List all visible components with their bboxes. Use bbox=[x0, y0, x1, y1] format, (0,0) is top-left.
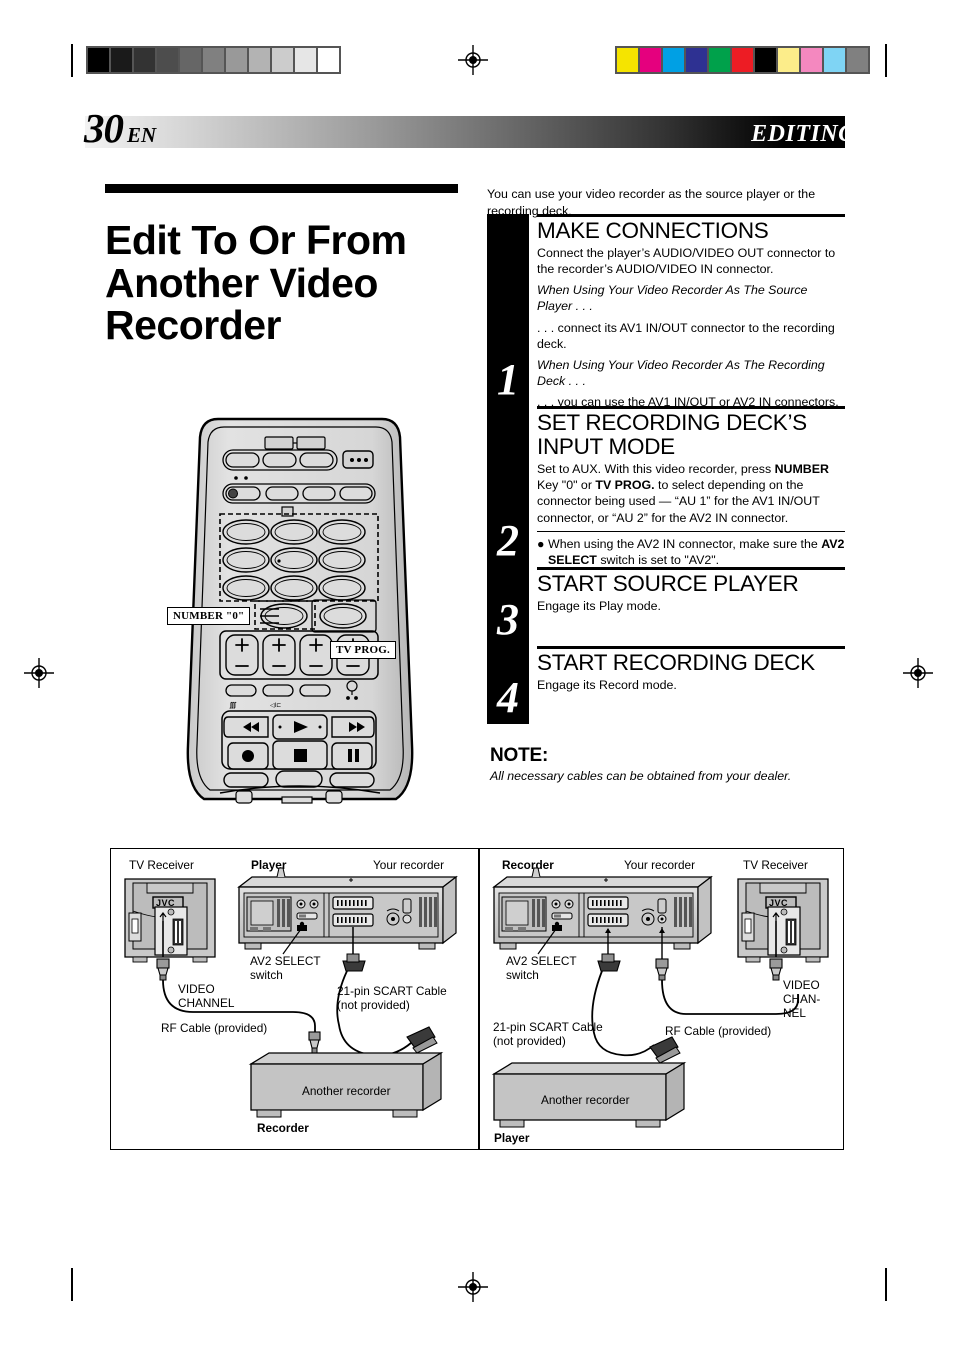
step-1: 1 MAKE CONNECTIONS Connect the player’s … bbox=[487, 214, 845, 409]
color-swatch-10 bbox=[847, 48, 868, 72]
left-video-channel-label: VIDEO CHANNEL bbox=[178, 982, 235, 1010]
gray-swatch-4 bbox=[180, 48, 201, 72]
color-swatch-6 bbox=[755, 48, 776, 72]
step-text: Set to AUX. With this video recorder, pr… bbox=[537, 462, 829, 525]
step-text: When Using Your Video Recorder As The So… bbox=[537, 283, 808, 314]
gray-swatch-6 bbox=[226, 48, 247, 72]
step-rule bbox=[537, 214, 845, 217]
step-heading: START SOURCE PLAYER bbox=[537, 571, 799, 596]
crop-mark-top-left bbox=[71, 44, 73, 77]
note-text: All necessary cables can be obtained fro… bbox=[490, 769, 792, 783]
right-rf-plug-tv bbox=[769, 958, 783, 981]
gray-swatch-1 bbox=[111, 48, 132, 72]
remote-control-illustration: ∫∫∫ ◁I⊏ NUMBER "0" TV PROG. bbox=[160, 415, 440, 805]
left-your-recorder bbox=[237, 867, 458, 950]
left-tv-receiver: JVC bbox=[124, 878, 216, 963]
steps-list: 1 MAKE CONNECTIONS Connect the player’s … bbox=[487, 214, 845, 724]
note-title: NOTE: bbox=[490, 745, 549, 766]
registration-mark-top bbox=[458, 45, 488, 75]
left-scart-cable-label: 21-pin SCART Cable (not provided) bbox=[337, 984, 447, 1012]
left-rf-plug bbox=[156, 958, 170, 981]
right-scart-plug-top bbox=[597, 953, 621, 972]
number-zero-key bbox=[260, 603, 308, 629]
color-swatch-5 bbox=[732, 48, 753, 72]
step-text: . . . connect its AV1 IN/OUT connector t… bbox=[537, 320, 835, 351]
step-3: 3 START SOURCE PLAYER Engage its Play mo… bbox=[487, 567, 845, 646]
crop-mark-top-right bbox=[885, 44, 887, 77]
gray-swatch-7 bbox=[249, 48, 270, 72]
step-rule bbox=[537, 567, 845, 570]
right-av2-select-label: AV2 SELECT switch bbox=[506, 954, 577, 982]
step-number: 2 bbox=[487, 406, 529, 567]
language-code: EN bbox=[127, 123, 157, 147]
crop-mark-bottom-right bbox=[885, 1268, 887, 1301]
page-header-bar bbox=[85, 116, 845, 148]
left-another-recorder-role: Recorder bbox=[257, 1121, 309, 1135]
gray-swatch-2 bbox=[134, 48, 155, 72]
step-rule bbox=[537, 646, 845, 649]
step-heading: START RECORDING DECK bbox=[537, 650, 815, 675]
title-rule bbox=[105, 184, 458, 193]
registration-mark-right bbox=[903, 658, 933, 688]
step-number: 1 bbox=[487, 214, 529, 406]
color-swatch-4 bbox=[709, 48, 730, 72]
bullet-text: When using the AV2 IN connector, make su… bbox=[548, 537, 845, 568]
right-tv-receiver: JVC bbox=[737, 878, 829, 963]
step-heading: SET RECORDING DECK’S INPUT MODE bbox=[537, 410, 807, 460]
right-rf-cable-label: RF Cable (provided) bbox=[665, 1024, 772, 1038]
right-scart-cable-label: 21-pin SCART Cable (not provided) bbox=[493, 1020, 603, 1048]
left-scart-plug-bottom bbox=[406, 1026, 438, 1054]
note-block: NOTE: All necessary cables can be obtain… bbox=[490, 745, 850, 783]
color-swatch-8 bbox=[801, 48, 822, 72]
callout-tv-prog: TV PROG. bbox=[330, 641, 396, 659]
bullet-marker: ● bbox=[537, 537, 545, 552]
right-another-recorder-role: Player bbox=[494, 1131, 530, 1145]
step-text: When Using Your Video Recorder As The Re… bbox=[537, 357, 825, 388]
registration-mark-bottom bbox=[458, 1272, 488, 1302]
svg-text:◁I⊏: ◁I⊏ bbox=[270, 703, 281, 709]
gray-swatch-10 bbox=[318, 48, 339, 72]
step-rule bbox=[537, 406, 845, 409]
gray-swatch-5 bbox=[203, 48, 224, 72]
left-rf-cable-label: RF Cable (provided) bbox=[161, 1021, 268, 1035]
step-bullet: ● When using the AV2 IN connector, make … bbox=[537, 536, 845, 568]
connection-diagram: TV Receiver Player Your recorder JVC AV2… bbox=[110, 848, 844, 1150]
callout-number-zero: NUMBER "0" bbox=[167, 607, 251, 625]
gray-swatch-9 bbox=[295, 48, 316, 72]
grayscale-calibration-strip bbox=[86, 46, 341, 74]
right-scart-plug-bottom bbox=[649, 1036, 681, 1064]
step-2: 2 SET RECORDING DECK’S INPUT MODE Set to… bbox=[487, 406, 845, 567]
page-number: 30 EN bbox=[84, 108, 156, 156]
step-text: Engage its Record mode. bbox=[537, 678, 677, 693]
gray-swatch-3 bbox=[157, 48, 178, 72]
right-your-recorder bbox=[492, 867, 713, 950]
svg-text:∫∫∫: ∫∫∫ bbox=[229, 702, 237, 709]
right-video-channel-label: VIDEO CHAN- NEL bbox=[783, 978, 821, 1020]
color-swatch-3 bbox=[686, 48, 707, 72]
color-swatch-1 bbox=[640, 48, 661, 72]
step-heading: MAKE CONNECTIONS bbox=[537, 218, 769, 243]
step-number: 4 bbox=[487, 646, 529, 724]
left-another-recorder-label: Another recorder bbox=[302, 1084, 391, 1098]
left-rf-plug-bottom bbox=[308, 1031, 321, 1054]
color-swatch-2 bbox=[663, 48, 684, 72]
right-another-recorder-label: Another recorder bbox=[541, 1093, 630, 1107]
section-title: EDITING bbox=[751, 121, 856, 147]
step-4: 4 START RECORDING DECK Engage its Record… bbox=[487, 646, 845, 724]
color-swatch-9 bbox=[824, 48, 845, 72]
step-text: Engage its Play mode. bbox=[537, 599, 661, 614]
step-number: 3 bbox=[487, 567, 529, 646]
step-text: Connect the player’s AUDIO/VIDEO OUT con… bbox=[537, 246, 836, 277]
color-calibration-bars bbox=[615, 46, 870, 74]
page-title: Edit To Or From Another Video Recorder bbox=[105, 217, 407, 348]
step-bullet-rule bbox=[537, 530, 845, 533]
color-swatch-7 bbox=[778, 48, 799, 72]
registration-mark-left bbox=[24, 658, 54, 688]
gray-swatch-0 bbox=[88, 48, 109, 72]
crop-mark-bottom-left bbox=[71, 1268, 73, 1301]
left-av2-select-label: AV2 SELECT switch bbox=[250, 954, 321, 982]
color-swatch-0 bbox=[617, 48, 638, 72]
gray-swatch-8 bbox=[272, 48, 293, 72]
page-number-value: 30 bbox=[84, 105, 124, 151]
